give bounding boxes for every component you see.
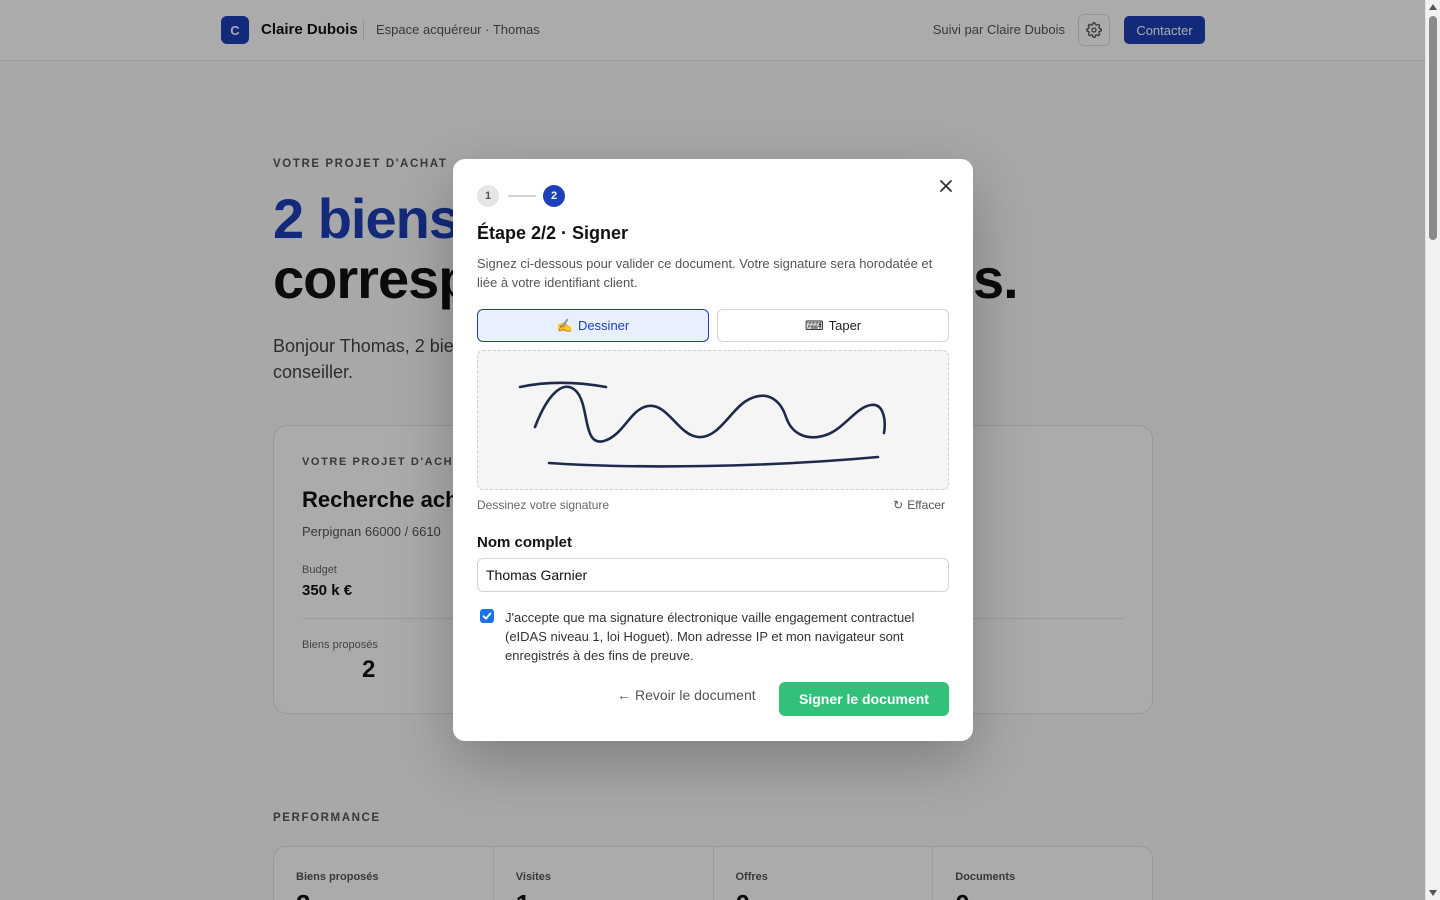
clear-label: Effacer (907, 498, 945, 512)
arrow-left-icon: ← (617, 687, 631, 703)
scrollbar-thumb[interactable] (1429, 16, 1437, 240)
check-icon (482, 612, 492, 620)
review-document-label: Revoir le document (635, 687, 756, 703)
signature-hint: Dessinez votre signature (477, 498, 610, 512)
review-document-button[interactable]: ← Revoir le document (617, 687, 756, 703)
scroll-down-icon[interactable] (1429, 890, 1437, 896)
signature-drawing (518, 381, 886, 468)
sign-document-button[interactable]: Signer le document (779, 682, 949, 716)
step-connector (508, 195, 536, 197)
close-icon (940, 180, 952, 192)
refresh-icon: ↻ (893, 498, 904, 512)
modal-title: Étape 2/2 · Signer (477, 223, 629, 243)
signature-pad[interactable] (477, 350, 949, 490)
keyboard-icon: ⌨ (804, 317, 824, 333)
modal-description: Signez ci-dessous pour valider ce docume… (477, 256, 933, 290)
tab-draw[interactable]: ✍ Dessiner (477, 309, 709, 342)
full-name-label: Nom complet (477, 534, 573, 551)
consent-label: J'accepte que ma signature électronique … (505, 610, 915, 663)
step-indicator-2: 2 (543, 185, 565, 207)
tab-type-label: Taper (828, 318, 862, 333)
scroll-up-icon[interactable] (1429, 4, 1437, 10)
close-button[interactable] (935, 175, 957, 197)
signature-mode-tabs: ✍ Dessiner ⌨ Taper (477, 309, 949, 342)
clear-signature-button[interactable]: ↻ Effacer (893, 498, 945, 512)
signature-modal: 1 2 Étape 2/2 · Signer Signez ci-dessous… (453, 159, 973, 741)
full-name-input[interactable] (477, 558, 949, 592)
hand-writing-icon: ✍ (556, 317, 573, 333)
page-scrollbar[interactable] (1425, 0, 1440, 900)
tab-draw-label: Dessiner (577, 318, 630, 333)
consent-checkbox[interactable] (480, 609, 494, 623)
tab-type[interactable]: ⌨ Taper (717, 309, 949, 342)
step-indicator-1: 1 (477, 185, 499, 207)
